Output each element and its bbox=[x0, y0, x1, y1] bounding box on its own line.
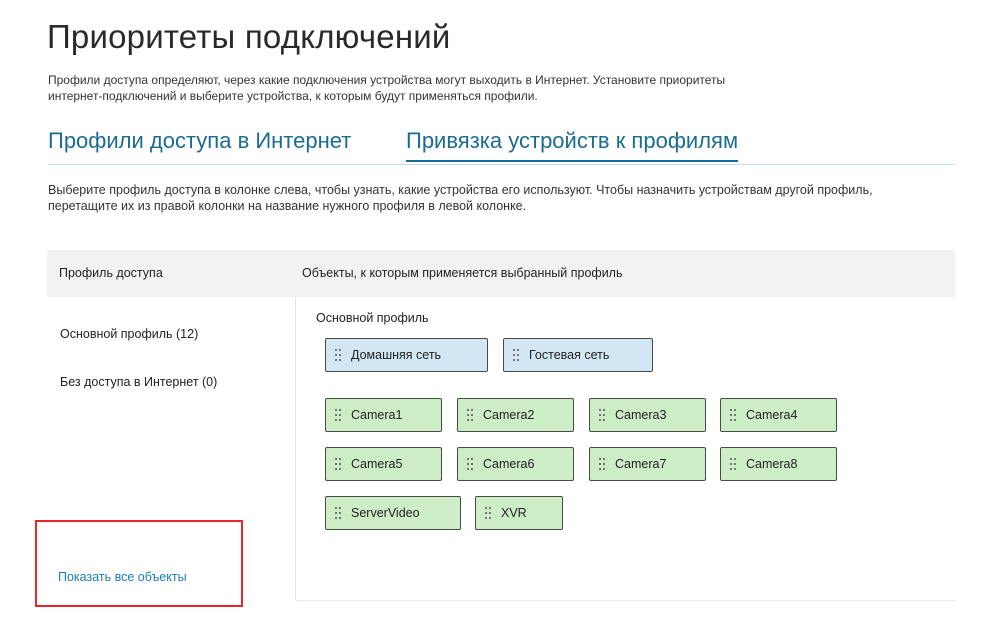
chip-label: Домашняя сеть bbox=[351, 348, 442, 362]
show-all-objects-link[interactable]: Показать все объекты bbox=[58, 570, 187, 584]
drag-handle-icon[interactable] bbox=[335, 457, 343, 471]
chip-label: Camera6 bbox=[483, 457, 535, 471]
drag-handle-icon[interactable] bbox=[730, 408, 738, 422]
chip-label: Camera7 bbox=[615, 457, 667, 471]
device-chip[interactable]: Camera2 bbox=[457, 398, 574, 432]
instructions-line: перетащите их из правой колонки на назва… bbox=[48, 199, 527, 213]
instructions-text: Выберите профиль доступа в колонке слева… bbox=[48, 182, 963, 214]
drag-handle-icon[interactable] bbox=[599, 408, 607, 422]
device-chip[interactable]: XVR bbox=[475, 496, 563, 530]
chip-label: XVR bbox=[501, 506, 527, 520]
column-header-profile: Профиль доступа bbox=[59, 266, 163, 280]
drag-handle-icon[interactable] bbox=[335, 506, 343, 520]
chip-label: Camera2 bbox=[483, 408, 535, 422]
divider bbox=[296, 600, 955, 601]
chip-label: Camera3 bbox=[615, 408, 667, 422]
column-header-objects: Объекты, к которым применяется выбранный… bbox=[302, 266, 623, 280]
tab-device-binding[interactable]: Привязка устройств к профилям bbox=[406, 128, 739, 162]
chip-label: Гостевая сеть bbox=[529, 348, 610, 362]
instructions-line: Выберите профиль доступа в колонке слева… bbox=[48, 183, 873, 197]
device-chip[interactable]: ServerVideo bbox=[325, 496, 461, 530]
drag-handle-icon[interactable] bbox=[513, 348, 521, 362]
highlight-annotation bbox=[35, 520, 243, 607]
drag-handle-icon[interactable] bbox=[730, 457, 738, 471]
chip-label: Camera1 bbox=[351, 408, 403, 422]
chip-label: Camera4 bbox=[746, 408, 798, 422]
selected-profile-title: Основной профиль bbox=[316, 311, 429, 325]
profile-item-main[interactable]: Основной профиль (12) bbox=[60, 327, 198, 341]
tab-bar: Профили доступа в Интернет Привязка устр… bbox=[48, 128, 955, 165]
drag-handle-icon[interactable] bbox=[485, 506, 493, 520]
drag-handle-icon[interactable] bbox=[599, 457, 607, 471]
device-chip[interactable]: Camera7 bbox=[589, 447, 706, 481]
device-chip[interactable]: Camera5 bbox=[325, 447, 442, 481]
table-header: Профиль доступа Объекты, к которым приме… bbox=[47, 250, 955, 297]
page-description: Профили доступа определяют, через какие … bbox=[48, 72, 878, 104]
profile-item-no-internet[interactable]: Без доступа в Интернет (0) bbox=[60, 375, 217, 389]
device-chip[interactable]: Camera3 bbox=[589, 398, 706, 432]
drag-handle-icon[interactable] bbox=[335, 408, 343, 422]
device-chip[interactable]: Camera4 bbox=[720, 398, 837, 432]
description-line: Профили доступа определяют, через какие … bbox=[48, 73, 726, 87]
drag-handle-icon[interactable] bbox=[467, 408, 475, 422]
network-chip[interactable]: Гостевая сеть bbox=[503, 338, 653, 372]
page-title: Приоритеты подключений bbox=[47, 18, 451, 55]
chip-label: ServerVideo bbox=[351, 506, 420, 520]
device-chip[interactable]: Camera1 bbox=[325, 398, 442, 432]
chip-label: Camera5 bbox=[351, 457, 403, 471]
drag-handle-icon[interactable] bbox=[467, 457, 475, 471]
description-line: интернет-подключений и выберите устройст… bbox=[48, 89, 538, 103]
tab-internet-profiles[interactable]: Профили доступа в Интернет bbox=[48, 128, 351, 154]
network-chip[interactable]: Домашняя сеть bbox=[325, 338, 488, 372]
drag-handle-icon[interactable] bbox=[335, 348, 343, 362]
device-chip[interactable]: Camera8 bbox=[720, 447, 837, 481]
device-chip[interactable]: Camera6 bbox=[457, 447, 574, 481]
chip-label: Camera8 bbox=[746, 457, 798, 471]
